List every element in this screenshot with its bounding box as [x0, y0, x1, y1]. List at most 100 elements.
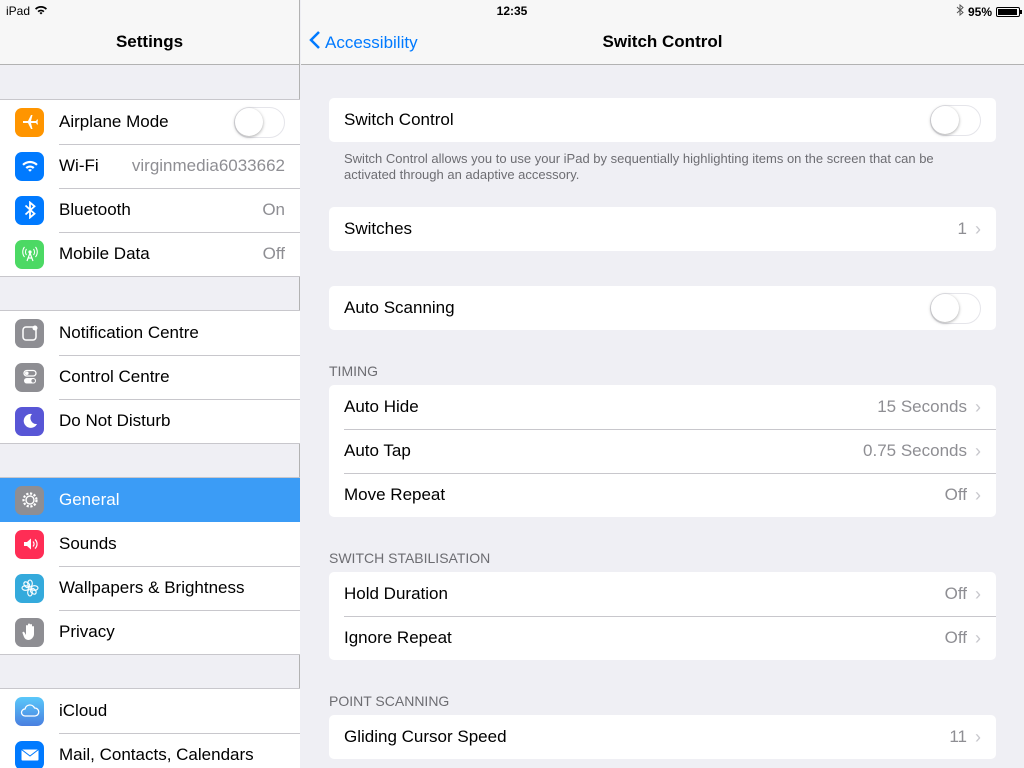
sidebar-item-wifi[interactable]: Wi-Fi virginmedia6033662	[0, 144, 300, 188]
bluetooth-value: On	[262, 200, 285, 219]
switch-control-footer: Switch Control allows you to use your iP…	[344, 151, 934, 182]
switch-stabilisation-section-header: SWITCH STABILISATION	[329, 550, 491, 566]
sidebar-item-label: Do Not Disturb	[59, 411, 171, 430]
chevron-right-icon: ›	[975, 726, 981, 747]
switches-card: Switches 1 ›	[329, 207, 996, 251]
moon-icon	[15, 406, 44, 436]
battery-icon	[996, 6, 1022, 17]
bluetooth-icon	[15, 195, 44, 225]
hand-icon	[15, 617, 44, 647]
page-title: Switch Control	[602, 32, 723, 51]
timing-card: Auto Hide 15 Seconds › Auto Tap 0.75 Sec…	[329, 385, 996, 517]
settings-group-system: Notification Centre Control Centre Do No…	[0, 310, 300, 444]
settings-group-general: General Sounds Wallpapers & Brightness P…	[0, 477, 300, 655]
move-repeat-value: Off	[944, 485, 967, 504]
switches-label: Switches	[344, 219, 413, 238]
sidebar-item-sounds[interactable]: Sounds	[0, 522, 300, 566]
switch-control-row: Switch Control	[329, 98, 996, 142]
status-bar: iPad 12:35 95%	[0, 0, 1024, 22]
move-repeat-label: Move Repeat	[344, 485, 446, 504]
ignore-repeat-row[interactable]: Ignore Repeat Off ›	[329, 616, 996, 660]
auto-scanning-card: Auto Scanning	[329, 286, 996, 330]
sidebar-item-control-centre[interactable]: Control Centre	[0, 355, 300, 399]
chevron-right-icon: ›	[975, 627, 981, 648]
settings-sidebar: Settings Airplane Mode Wi-Fi virginmedia…	[0, 0, 300, 768]
sidebar-item-label: iCloud	[59, 701, 108, 720]
point-scanning-section-header: POINT SCANNING	[329, 693, 450, 709]
airplane-mode-toggle[interactable]	[234, 106, 285, 138]
chevron-right-icon: ›	[975, 583, 981, 604]
gliding-cursor-speed-row[interactable]: Gliding Cursor Speed 11 ›	[329, 715, 996, 759]
sidebar-item-privacy[interactable]: Privacy	[0, 610, 300, 654]
sidebar-title: Settings	[115, 32, 184, 51]
switch-control-card: Switch Control	[329, 98, 996, 142]
speaker-icon	[15, 529, 44, 559]
sidebar-item-label: Wallpapers & Brightness	[59, 578, 245, 597]
wifi-icon	[15, 151, 44, 181]
auto-hide-row[interactable]: Auto Hide 15 Seconds ›	[329, 385, 996, 429]
ignore-repeat-value: Off	[944, 628, 967, 647]
sidebar-item-do-not-disturb[interactable]: Do Not Disturb	[0, 399, 300, 443]
flower-icon	[15, 573, 44, 603]
hold-duration-value: Off	[944, 584, 967, 603]
auto-hide-label: Auto Hide	[344, 397, 419, 416]
antenna-icon	[15, 239, 44, 269]
sidebar-item-mobile-data[interactable]: Mobile Data Off	[0, 232, 300, 276]
sidebar-item-label: Mobile Data	[59, 244, 150, 263]
mail-icon	[15, 740, 44, 768]
sidebar-item-label: Airplane Mode	[59, 112, 169, 131]
gliding-cursor-speed-value: 11	[949, 727, 967, 746]
auto-tap-value: 0.75 Seconds	[863, 441, 967, 460]
switch-control-label: Switch Control	[344, 110, 454, 129]
sidebar-item-label: Wi-Fi	[59, 156, 99, 175]
sidebar-item-label: Notification Centre	[59, 323, 199, 342]
auto-scanning-label: Auto Scanning	[344, 298, 455, 317]
switch-stabilisation-card: Hold Duration Off › Ignore Repeat Off ›	[329, 572, 996, 660]
switch-control-pane: Accessibility Switch Control Switch Cont…	[301, 0, 1024, 768]
mobile-data-value: Off	[262, 244, 285, 263]
chevron-right-icon: ›	[975, 440, 981, 461]
sidebar-item-label: Bluetooth	[59, 200, 131, 219]
switches-value: 1	[957, 219, 967, 238]
sidebar-item-notification-centre[interactable]: Notification Centre	[0, 311, 300, 355]
battery-percent: 95%	[967, 4, 992, 19]
clock: 12:35	[496, 4, 528, 18]
move-repeat-row[interactable]: Move Repeat Off ›	[329, 473, 996, 517]
chevron-right-icon: ›	[975, 218, 981, 239]
auto-hide-value: 15 Seconds	[877, 397, 967, 416]
auto-scanning-toggle[interactable]	[930, 292, 981, 324]
settings-group-accounts: iCloud Mail, Contacts, Calendars	[0, 688, 300, 768]
settings-group-connectivity: Airplane Mode Wi-Fi virginmedia6033662 B…	[0, 99, 300, 277]
switch-control-toggle[interactable]	[930, 104, 981, 136]
switches-row[interactable]: Switches 1 ›	[329, 207, 996, 251]
sidebar-item-label: Sounds	[59, 534, 117, 553]
auto-tap-row[interactable]: Auto Tap 0.75 Seconds ›	[329, 429, 996, 473]
sidebar-item-label: Control Centre	[59, 367, 170, 386]
sidebar-item-label: General	[59, 490, 120, 509]
ignore-repeat-label: Ignore Repeat	[344, 628, 452, 647]
sidebar-item-mail-contacts-calendars[interactable]: Mail, Contacts, Calendars	[0, 733, 300, 768]
wifi-network-value: virginmedia6033662	[131, 156, 285, 175]
gliding-cursor-speed-label: Gliding Cursor Speed	[344, 727, 507, 746]
auto-tap-label: Auto Tap	[344, 441, 411, 460]
hold-duration-label: Hold Duration	[344, 584, 448, 603]
airplane-icon	[15, 107, 44, 137]
sidebar-item-general[interactable]: General	[0, 478, 300, 522]
auto-scanning-row: Auto Scanning	[329, 286, 996, 330]
sidebar-item-airplane-mode[interactable]: Airplane Mode	[0, 100, 300, 144]
timing-section-header: TIMING	[329, 363, 378, 379]
sidebar-item-label: Privacy	[59, 622, 115, 641]
point-scanning-card: Gliding Cursor Speed 11 ›	[329, 715, 996, 759]
chevron-right-icon: ›	[975, 396, 981, 417]
gear-icon	[15, 485, 44, 515]
sidebar-item-bluetooth[interactable]: Bluetooth On	[0, 188, 300, 232]
sidebar-item-label: Mail, Contacts, Calendars	[59, 745, 254, 764]
sidebar-item-wallpapers-brightness[interactable]: Wallpapers & Brightness	[0, 566, 300, 610]
notification-icon	[15, 318, 44, 348]
cloud-icon	[15, 696, 44, 726]
hold-duration-row[interactable]: Hold Duration Off ›	[329, 572, 996, 616]
chevron-right-icon: ›	[975, 484, 981, 505]
bluetooth-status-icon	[956, 3, 964, 19]
sidebar-item-icloud[interactable]: iCloud	[0, 689, 300, 733]
control-centre-icon	[15, 362, 44, 392]
